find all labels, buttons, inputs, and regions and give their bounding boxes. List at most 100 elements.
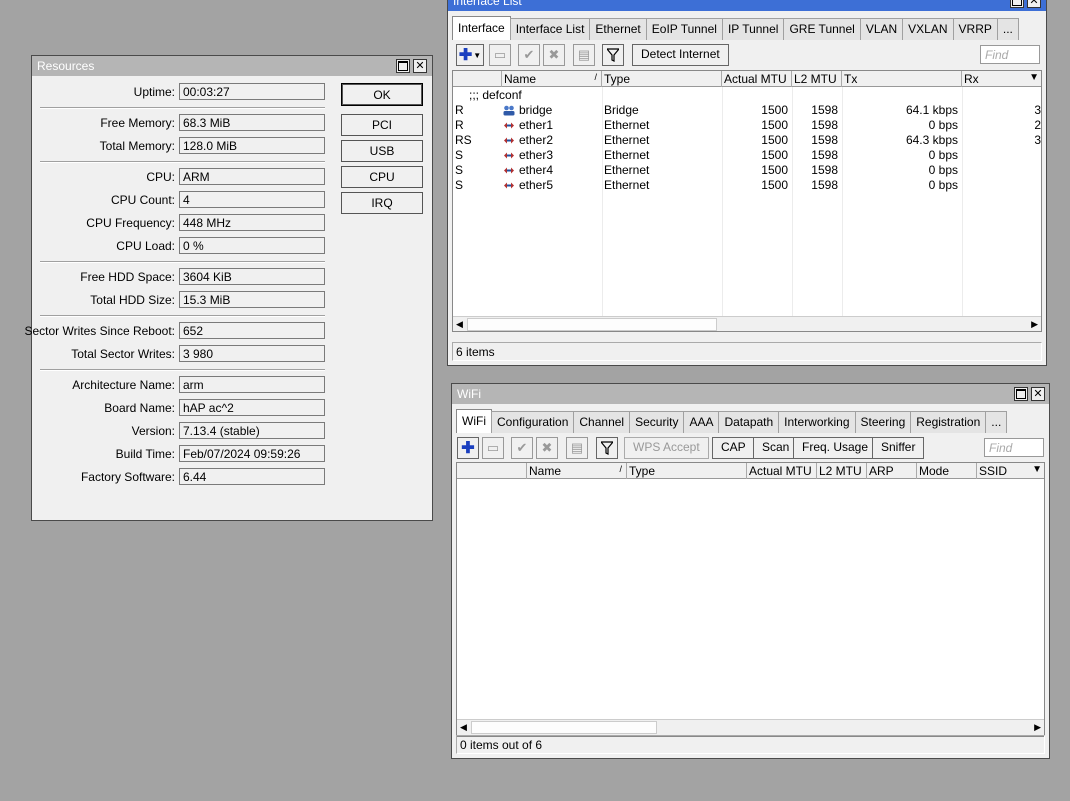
column-header-mode[interactable]: Mode (917, 463, 977, 479)
cap-button[interactable]: CAP (712, 437, 755, 459)
column-header-rx[interactable]: Rx ▼ (962, 71, 1041, 87)
find-input[interactable]: Find (984, 438, 1044, 457)
resource-value[interactable]: 6.44 (179, 468, 325, 485)
close-icon[interactable]: ✕ (1031, 387, 1045, 401)
wifi-tab-channel[interactable]: Channel (573, 411, 631, 433)
wifi-tab-datapath[interactable]: Datapath (718, 411, 780, 433)
table-row[interactable]: Rbridge Bridge 1500 1598 64.1 kbps 3 (453, 103, 1041, 118)
comment-icon[interactable]: ▤ (573, 44, 595, 66)
resource-value[interactable]: 4 (179, 191, 325, 208)
horizontal-scrollbar[interactable]: ◀ ▶ (457, 719, 1044, 735)
resource-value[interactable]: 3 980 (179, 345, 325, 362)
disable-icon[interactable]: ✖ (543, 44, 565, 66)
ok-button[interactable]: OK (341, 83, 423, 106)
resource-value[interactable]: 0 % (179, 237, 325, 254)
interface-list-titlebar[interactable]: Interface List (448, 0, 1046, 11)
column-header-flags[interactable] (453, 71, 502, 87)
horizontal-scrollbar[interactable]: ◀ ▶ (453, 316, 1041, 331)
column-header-type[interactable]: Type (627, 463, 747, 479)
table-row[interactable]: Sether5 Ethernet 1500 1598 0 bps (453, 178, 1041, 193)
maximize-icon[interactable] (1010, 0, 1024, 8)
cell-flags: S (455, 163, 464, 177)
wifi-tab-aaa[interactable]: AAA (683, 411, 720, 433)
enable-icon[interactable]: ✔ (511, 437, 533, 459)
detect-internet-button[interactable]: Detect Internet (632, 44, 729, 66)
interface-tab-interface-list[interactable]: Interface List (509, 18, 591, 40)
interface-tab-eoip-tunnel[interactable]: EoIP Tunnel (645, 18, 723, 40)
interface-tab-ip-tunnel[interactable]: IP Tunnel (721, 18, 785, 40)
cell-rx: 3 (1034, 133, 1041, 147)
resource-value[interactable]: 15.3 MiB (179, 291, 325, 308)
resource-value[interactable]: 128.0 MiB (179, 137, 325, 154)
column-header-actual-mtu[interactable]: Actual MTU (722, 71, 792, 87)
filter-icon[interactable] (596, 437, 618, 459)
table-row[interactable]: Sether3 Ethernet 1500 1598 0 bps (453, 148, 1041, 163)
table-row[interactable]: RS ether2 Ethernet 1500 1598 64.3 kbps 3 (453, 133, 1041, 148)
resource-value[interactable]: 448 MHz (179, 214, 325, 231)
column-header-name[interactable]: Name / (527, 463, 627, 479)
resource-value[interactable]: ARM (179, 168, 325, 185)
sniffer-button[interactable]: Sniffer (872, 437, 925, 459)
table-row[interactable]: Rether1 Ethernet 1500 1598 0 bps 2 (453, 118, 1041, 133)
wifi-titlebar[interactable]: WiFi (452, 384, 1049, 404)
wifi-tab-more[interactable]: ... (985, 411, 1008, 433)
interface-tab-vxlan[interactable]: VXLAN (902, 18, 954, 40)
column-header-ssid[interactable]: SSID ▼ (977, 463, 1044, 479)
add-icon[interactable]: ✚ ▼ (456, 44, 484, 66)
cpu-button[interactable]: CPU (341, 166, 423, 188)
column-header-l2-mtu[interactable]: L2 MTU (817, 463, 867, 479)
interface-tab-vlan[interactable]: VLAN (859, 18, 904, 40)
resource-label: Sector Writes Since Reboot: (24, 324, 175, 338)
filter-icon[interactable] (602, 44, 624, 66)
maximize-icon[interactable] (396, 59, 410, 73)
column-header-arp[interactable]: ARP (867, 463, 917, 479)
resource-value[interactable]: 3604 KiB (179, 268, 325, 285)
column-header-type[interactable]: Type (602, 71, 722, 87)
interface-tab-vrrp[interactable]: VRRP (952, 18, 998, 40)
add-icon[interactable]: ✚ (457, 437, 479, 459)
wifi-tab-security[interactable]: Security (629, 411, 685, 433)
disable-icon[interactable]: ✖ (536, 437, 558, 459)
column-header-actual-mtu[interactable]: Actual MTU (747, 463, 817, 479)
remove-icon[interactable]: ▭ (489, 44, 511, 66)
wifi-tab-registration[interactable]: Registration (910, 411, 987, 433)
resource-value[interactable]: arm (179, 376, 325, 393)
resource-value[interactable]: 652 (179, 322, 325, 339)
scroll-right-icon: ▶ (1031, 319, 1038, 329)
scroll-thumb[interactable] (471, 721, 657, 734)
maximize-icon[interactable] (1014, 387, 1028, 401)
scan-button[interactable]: Scan (753, 437, 799, 459)
resource-value[interactable]: 00:03:27 (179, 83, 325, 100)
irq-button[interactable]: IRQ (341, 192, 423, 214)
resource-value[interactable]: 68.3 MiB (179, 114, 325, 131)
resource-value[interactable]: Feb/07/2024 09:59:26 (179, 445, 325, 462)
wifi-tab-steering[interactable]: Steering (854, 411, 912, 433)
table-row[interactable]: Sether4 Ethernet 1500 1598 0 bps (453, 163, 1041, 178)
column-header-l2-mtu[interactable]: L2 MTU (792, 71, 842, 87)
resource-value[interactable]: 7.13.4 (stable) (179, 422, 325, 439)
resource-value[interactable]: hAP ac^2 (179, 399, 325, 416)
resources-titlebar[interactable]: Resources (32, 56, 432, 76)
column-header-name[interactable]: Name / (502, 71, 602, 87)
interface-tab-ethernet[interactable]: Ethernet (589, 18, 647, 40)
column-header-tx[interactable]: Tx (842, 71, 962, 87)
remove-icon[interactable]: ▭ (482, 437, 504, 459)
comment-icon[interactable]: ▤ (566, 437, 588, 459)
pci-button[interactable]: PCI (341, 114, 423, 136)
wifi-tab-interworking[interactable]: Interworking (778, 411, 856, 433)
freq-usage-button[interactable]: Freq. Usage (793, 437, 878, 459)
resource-row: Uptime: (32, 84, 175, 100)
interface-tab-interface[interactable]: Interface (452, 16, 511, 40)
enable-icon[interactable]: ✔ (518, 44, 540, 66)
interface-tab-more[interactable]: ... (996, 18, 1019, 40)
wifi-tab-configuration[interactable]: Configuration (491, 411, 575, 433)
close-icon[interactable]: ✕ (1027, 0, 1041, 8)
wifi-tab-wifi[interactable]: WiFi (456, 409, 492, 433)
find-input[interactable]: Find (980, 45, 1040, 64)
wps-accept-button[interactable]: WPS Accept (624, 437, 709, 459)
scroll-thumb[interactable] (467, 318, 717, 331)
usb-button[interactable]: USB (341, 140, 423, 162)
close-icon[interactable]: ✕ (413, 59, 427, 73)
interface-tab-gre-tunnel[interactable]: GRE Tunnel (783, 18, 861, 40)
column-header-flags[interactable] (457, 463, 527, 479)
